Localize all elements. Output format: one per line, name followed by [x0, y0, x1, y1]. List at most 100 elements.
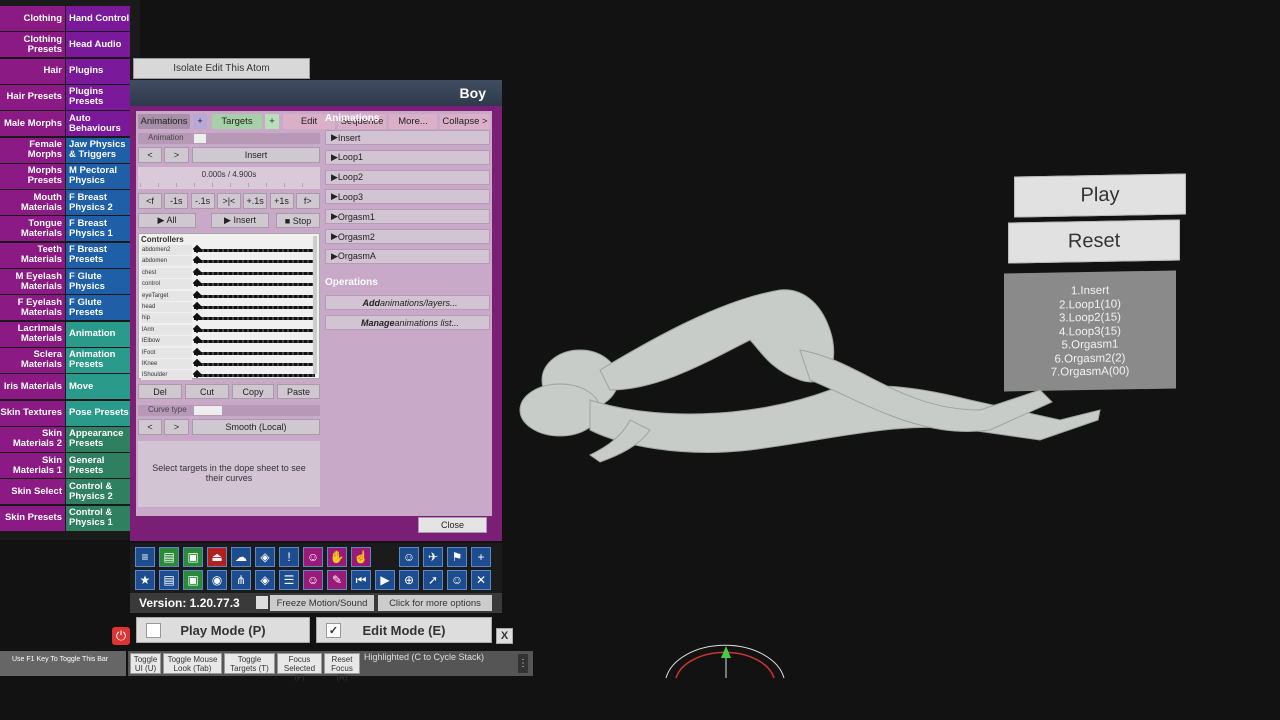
person-edit-icon[interactable]: ☺	[303, 547, 323, 567]
prev-animation-button[interactable]: <	[138, 147, 162, 163]
play-mode-button[interactable]: Play Mode (P)	[136, 617, 310, 643]
animation-list-item[interactable]: ▶ Orgasm2	[325, 229, 490, 244]
keyframe-track[interactable]	[194, 351, 315, 355]
sidebar-tab-right[interactable]: Control & Physics 1	[66, 505, 130, 531]
keyframe-track[interactable]	[194, 260, 315, 264]
sidebar-tab-left[interactable]: M Eyelash Materials	[0, 269, 65, 294]
bottom-bar-button[interactable]: Toggle UI (U)	[130, 653, 161, 674]
keyframe-track[interactable]	[194, 363, 315, 366]
sidebar-tab-left[interactable]: Morphs Presets	[0, 163, 65, 189]
bottom-bar-button[interactable]: Toggle Mouse Look (Tab)	[163, 653, 222, 674]
keyframe-track[interactable]	[194, 271, 315, 275]
curve-type-slider[interactable]: Curve type	[138, 405, 320, 416]
keyframe-track[interactable]	[194, 306, 315, 309]
sidebar-tab-left[interactable]: Mouth Materials	[0, 190, 65, 216]
isolate-edit-atom-button[interactable]: Isolate Edit This Atom	[133, 58, 310, 79]
time-scrubber[interactable]: 0.000s / 4.900s	[138, 167, 320, 189]
package-icon[interactable]: ◈	[255, 547, 275, 567]
dope-sheet[interactable]: Controllers abdomen2 abdomen chest control e…	[138, 233, 320, 381]
sidebar-tab-left[interactable]: Skin Materials 1	[0, 453, 65, 479]
animation-slider[interactable]: Animation	[138, 133, 320, 144]
controller-row[interactable]: head	[141, 301, 317, 313]
power-icon[interactable]: ⏻	[112, 627, 130, 645]
save-icon[interactable]: ▤	[159, 547, 179, 567]
controller-row[interactable]: control	[141, 278, 317, 290]
bottom-bar-button[interactable]: Reset Focus (R)	[324, 653, 360, 682]
sidebar-tab-right[interactable]: Control & Physics 2	[66, 479, 130, 505]
load-icon[interactable]: ▣	[183, 570, 203, 590]
target-icon[interactable]: ⊕	[399, 570, 419, 590]
time-step-button[interactable]: +1s	[269, 193, 294, 209]
collapse-button[interactable]: Collapse >	[440, 114, 490, 129]
alert-icon[interactable]: !	[279, 547, 299, 567]
controller-row[interactable]: lFoot	[141, 347, 317, 359]
close-button[interactable]: Close	[418, 517, 487, 533]
hand-icon[interactable]: ✋	[327, 547, 347, 567]
bottom-bar-button[interactable]: Focus Selected (F)	[277, 653, 322, 682]
keyframe-track[interactable]	[194, 340, 315, 344]
animation-list-item[interactable]: ▶ Loop2	[325, 169, 490, 185]
freeze-motion-toggle[interactable]: Freeze Motion/Sound	[270, 595, 374, 611]
add-atom-icon[interactable]: +	[471, 547, 491, 567]
sidebar-tab-right[interactable]: Plugins	[66, 58, 130, 84]
delete-keyframe-button[interactable]: Del	[138, 384, 182, 399]
camera-icon[interactable]: ◉	[207, 570, 227, 590]
sidebar-tab-left[interactable]: Male Morphs	[0, 111, 65, 137]
sidebar-tab-right[interactable]: Head Audio	[66, 32, 130, 58]
sidebar-tab-right[interactable]: Move	[66, 374, 130, 400]
sidebar-tab-right[interactable]: Hand Control	[66, 6, 130, 31]
keyframe-track[interactable]	[194, 328, 315, 332]
sidebar-tab-right[interactable]: Pose Presets	[66, 400, 130, 426]
next-animation-button[interactable]: >	[164, 147, 189, 163]
next-curve-type-button[interactable]: >	[164, 419, 189, 435]
scene-delete-icon[interactable]: ⏏	[207, 547, 227, 567]
insert-animation-button[interactable]: Insert	[192, 147, 320, 163]
tab-more[interactable]: More...	[389, 114, 437, 129]
rewind-icon[interactable]: ⏮	[351, 570, 371, 590]
add-target-tab-button[interactable]: +	[265, 114, 279, 129]
sidebar-tab-right[interactable]: Animation	[66, 321, 130, 347]
tab-animations[interactable]: Animations	[138, 114, 190, 129]
play-mode-checkbox[interactable]	[146, 623, 161, 638]
send-icon[interactable]: ✈	[423, 547, 443, 567]
animation-list-item[interactable]: ▶ Insert	[325, 130, 490, 145]
manage-animations-button[interactable]: Manage animations list...	[325, 315, 490, 330]
sidebar-tab-right[interactable]: F Glute Physics	[66, 269, 130, 294]
user-icon[interactable]: ☺	[399, 547, 419, 567]
controller-row[interactable]: eyeTarget	[141, 290, 317, 302]
keyframe-track[interactable]	[194, 317, 315, 321]
edit-mode-checkbox[interactable]: ✓	[326, 623, 341, 638]
sidebar-tab-right[interactable]: Auto Behaviours	[66, 111, 130, 137]
sidebar-tab-right[interactable]: Appearance Presets	[66, 426, 130, 452]
sidebar-tab-left[interactable]: F Eyelash Materials	[0, 295, 65, 321]
tools-icon[interactable]: ✕	[471, 570, 491, 590]
sidebar-tab-right[interactable]: Plugins Presets	[66, 84, 130, 110]
controller-row[interactable]: lArm	[141, 324, 317, 336]
tab-targets[interactable]: Targets	[212, 114, 262, 129]
time-step-button[interactable]: >|<	[216, 193, 241, 209]
keyframe-track[interactable]	[194, 283, 315, 287]
keyframe-track[interactable]	[194, 374, 315, 378]
freeze-checkbox[interactable]	[256, 596, 268, 609]
sidebar-tab-left[interactable]: Lacrimals Materials	[0, 321, 65, 347]
controller-row[interactable]: lShoulder	[141, 370, 317, 381]
controller-row[interactable]: chest	[141, 267, 317, 279]
time-step-button[interactable]: f>	[295, 193, 320, 209]
hierarchy-icon[interactable]: ⋔	[231, 570, 251, 590]
time-step-button[interactable]: -1s	[164, 193, 189, 209]
sidebar-tab-left[interactable]: Clothing	[0, 6, 65, 31]
play-insert-button[interactable]: ▶ Insert	[211, 213, 269, 228]
sidebar-tab-right[interactable]: General Presets	[66, 453, 130, 479]
more-options-button[interactable]: Click for more options	[378, 595, 492, 611]
stop-button[interactable]: ■ Stop	[276, 213, 320, 228]
sidebar-tab-left[interactable]: Clothing Presets	[0, 32, 65, 58]
sidebar-tab-right[interactable]: Animation Presets	[66, 347, 130, 373]
cloud-upload-icon[interactable]: ☁	[231, 547, 251, 567]
scene-play-button[interactable]: Play	[1014, 173, 1186, 218]
sidebar-tab-left[interactable]: Female Morphs	[0, 137, 65, 163]
document-icon[interactable]: ☰	[279, 570, 299, 590]
select-arrow-icon[interactable]: ➚	[423, 570, 443, 590]
paint-icon[interactable]: ✎	[327, 570, 347, 590]
play-icon[interactable]: ▶	[375, 570, 395, 590]
prev-curve-type-button[interactable]: <	[138, 419, 162, 435]
